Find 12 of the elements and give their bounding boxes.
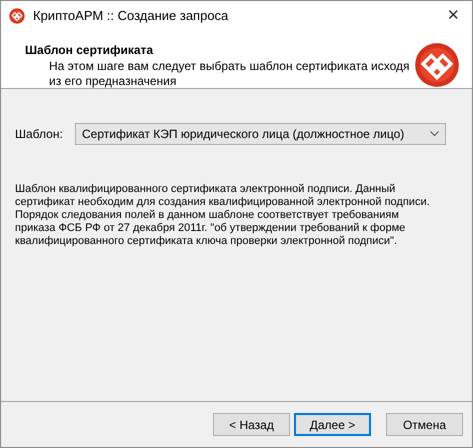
dialog-button[interactable]: Далее > [294,413,371,436]
template-dropdown[interactable]: Сертификат КЭП юридического лица (должностное лицо) [75,123,446,145]
header-subtitle: На этом шаге вам следует выбрать шаблон сертификата исходя из его предназначения [48,59,410,89]
close-button[interactable]: ✕ [447,4,460,28]
chevron-down-icon [430,131,439,137]
dialog-button[interactable]: < Назад [213,413,290,436]
dialog-button[interactable]: Отмена [386,413,463,436]
header-title: Шаблон сертификата [25,42,154,59]
window-title: КриптоАРМ :: Создание запроса [33,7,228,26]
app-logo-icon [9,8,25,24]
template-description: Шаблон квалифицированного сертификата электронной подписи. Данный сертификат необходим для создания квалифицированной электронной подписи. Порядок следования полей в данном шаблоне соответствует требованиям приказа ФСБ РФ от 27 декабря 2011г. "об утверждении требований к форме квалифицированного сертификата ключа проверки электронной подписи". [15,183,431,248]
template-label: Шаблон: [15,126,64,143]
